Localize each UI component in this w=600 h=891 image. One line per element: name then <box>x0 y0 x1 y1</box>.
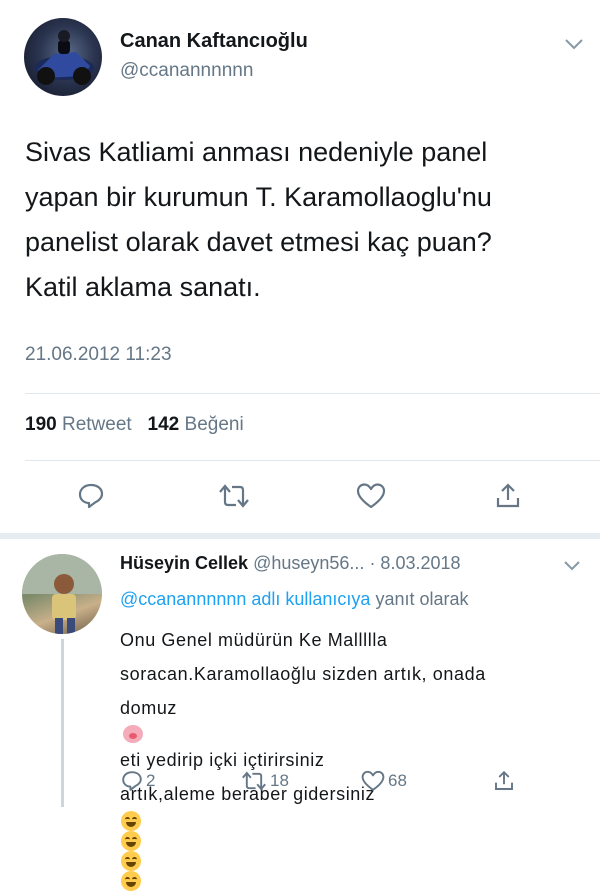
reply-like-count: 68 <box>388 771 407 790</box>
heart-icon <box>356 483 386 509</box>
tears-of-joy-emoji-icon <box>121 831 141 851</box>
share-icon <box>495 770 513 790</box>
retweet-icon <box>219 484 249 508</box>
tweet-text-line: panelist olarak davet etmesi kaç puan? <box>25 227 492 257</box>
reply-text-line: domuz eti yedirip içki içtirirsiniz <box>120 691 590 777</box>
author-avatar[interactable] <box>24 18 102 96</box>
reply-text-fragment: domuz <box>120 698 178 718</box>
chevron-down-icon[interactable] <box>563 36 585 52</box>
reply-author-name[interactable]: Hüseyin Cellek <box>120 553 248 573</box>
tweet-text-line: Sivas Katliami anması nedeniyle panel <box>25 137 488 167</box>
main-tweet: Canan Kaftancıoğlu @ccanannnnnn Sivas Ka… <box>0 0 600 535</box>
tweet-text-line: Katil aklama sanatı. <box>25 272 261 302</box>
reply-to: @ccanannnnnn adlı kullanıcıya yanıt olar… <box>120 589 469 610</box>
reply-share-button[interactable] <box>492 769 518 793</box>
reply-text: Onu Genel müdürün Ke Mallllla soracan.Ka… <box>120 623 590 891</box>
reply-date[interactable]: · 8.03.2018 <box>369 553 460 573</box>
divider <box>25 460 600 461</box>
author-name[interactable]: Canan Kaftancıoğlu <box>120 30 308 53</box>
reply-text-line: Onu Genel müdürün Ke Mallllla <box>120 630 388 650</box>
pig-emoji-icon <box>123 725 143 743</box>
reply-reply-count: 2 <box>146 771 156 790</box>
reply-bubble-icon <box>122 771 142 791</box>
like-button[interactable] <box>353 478 389 514</box>
reply-actions: 2 18 68 <box>120 769 590 795</box>
reply-retweet-button[interactable]: 18 <box>240 769 289 793</box>
retweet-label[interactable]: Retweet <box>62 414 132 435</box>
tears-of-joy-emoji-icon <box>121 851 141 871</box>
thread-line <box>61 639 64 807</box>
retweet-count[interactable]: 190 <box>25 414 57 435</box>
like-label[interactable]: Beğeni <box>185 414 244 435</box>
reply-text-line: soracan.Karamollaoğlu sizden artık, onad… <box>120 664 486 684</box>
tweet-text-line: yapan bir kurumun T. Karamollaoglu'nu <box>25 182 492 212</box>
heart-icon <box>361 770 385 791</box>
tears-of-joy-emoji-icon <box>121 871 141 891</box>
reply-header: Hüseyin Cellek @huseyn56... · 8.03.2018 <box>120 553 461 574</box>
reply-to-mention[interactable]: @ccanannnnnn adlı kullanıcıya <box>120 589 370 609</box>
reply-author-avatar[interactable] <box>22 554 102 634</box>
reply-retweet-count: 18 <box>270 771 289 790</box>
retweet-icon <box>242 771 266 791</box>
author-handle[interactable]: @ccanannnnnn <box>120 60 253 82</box>
reply-text-fragment: eti yedirip içki içtirirsiniz <box>120 750 325 770</box>
tweet-stats: 190 Retweet 142 Beğeni <box>25 414 244 436</box>
reply-button[interactable] <box>73 478 109 514</box>
share-icon <box>496 483 520 508</box>
reply-reply-button[interactable]: 2 <box>120 769 155 793</box>
divider <box>25 393 600 394</box>
tears-of-joy-emoji-icon <box>121 811 141 831</box>
tweet-timestamp[interactable]: 21.06.2012 11:23 <box>25 344 172 366</box>
reply-tweet[interactable]: Hüseyin Cellek @huseyn56... · 8.03.2018 … <box>0 539 600 891</box>
share-button[interactable] <box>490 478 526 514</box>
like-count[interactable]: 142 <box>148 414 180 435</box>
reply-author-handle[interactable]: @huseyn56... <box>253 553 364 573</box>
reply-to-suffix: yanıt olarak <box>370 589 469 609</box>
reply-bubble-icon <box>78 483 104 509</box>
chevron-down-icon[interactable] <box>562 559 582 573</box>
tweet-text: Sivas Katliami anması nedeniyle panel ya… <box>25 130 585 310</box>
retweet-button[interactable] <box>216 478 252 514</box>
reply-like-button[interactable]: 68 <box>360 769 407 793</box>
